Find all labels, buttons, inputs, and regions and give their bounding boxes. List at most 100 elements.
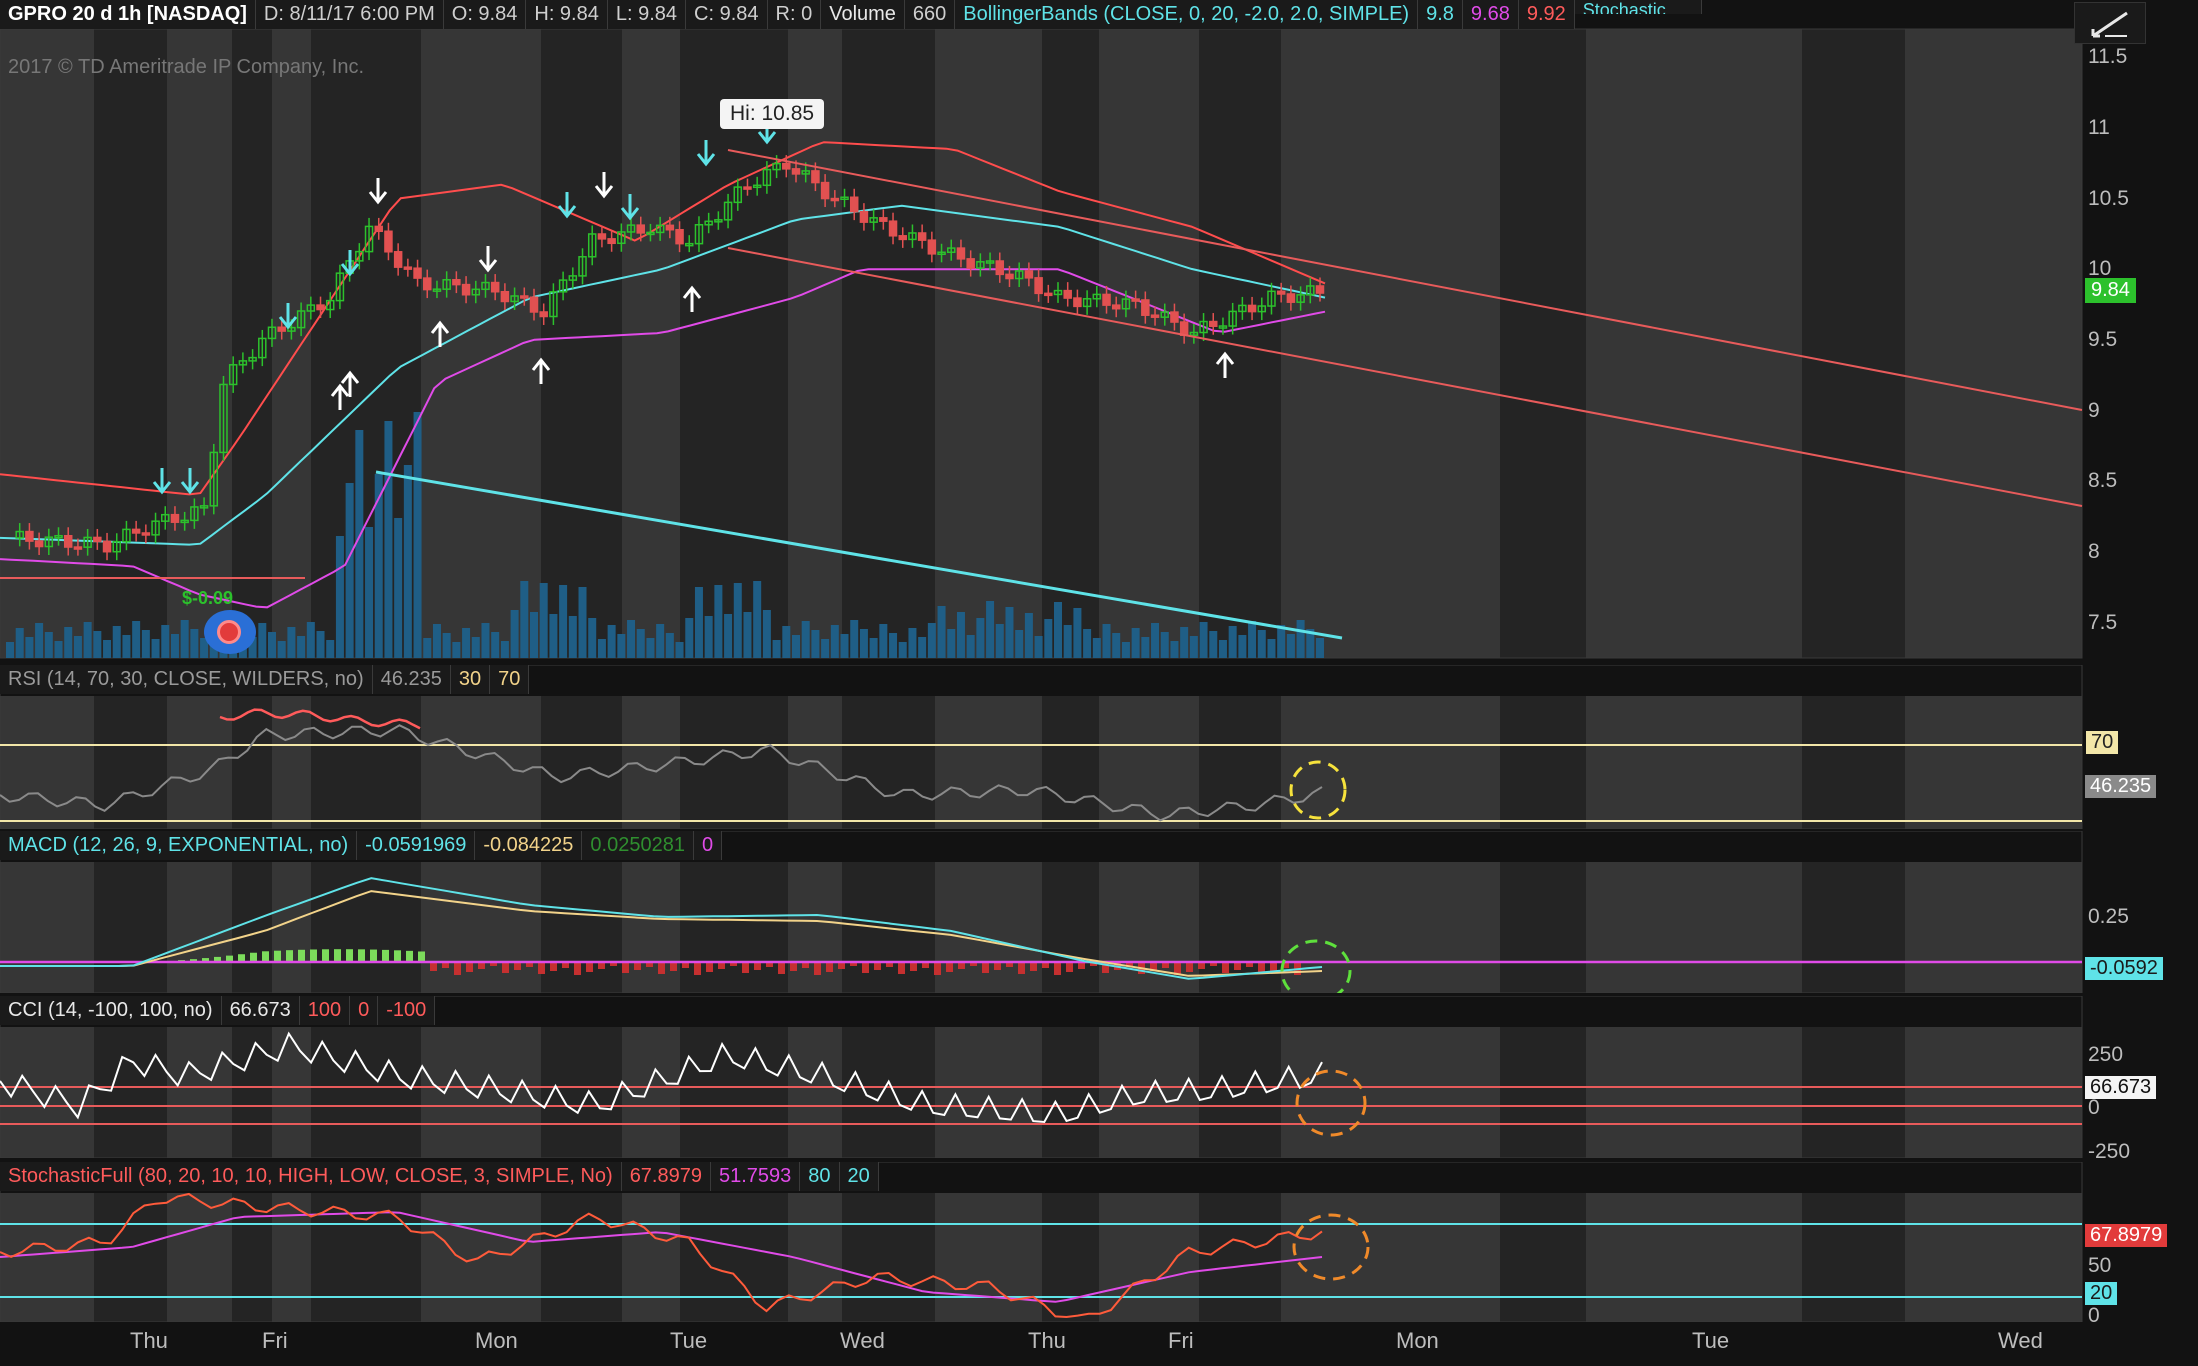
- candle-body: [665, 224, 675, 231]
- macd-hist-bar: [286, 950, 293, 962]
- price-pane[interactable]: GPRO 20 d 1h [NASDAQ] D: 8/11/17 6:00 PM…: [0, 0, 2198, 662]
- time-axis-label: Mon: [1396, 1328, 1439, 1353]
- macd-hist-bar: [502, 962, 509, 973]
- volume-bar: [1151, 623, 1160, 658]
- macd-hist-bar: [778, 962, 785, 974]
- session-band: [1099, 696, 1199, 829]
- cci-zero-level: 0: [350, 996, 379, 1025]
- macd-study-label[interactable]: MACD (12, 26, 9, EXPONENTIAL, no): [0, 831, 358, 860]
- volume-bar: [1180, 627, 1189, 658]
- volume-bar: [588, 618, 597, 658]
- session-band: [622, 696, 680, 829]
- volume-bar: [1024, 613, 1033, 658]
- rsi-study-label[interactable]: RSI (14, 70, 30, CLOSE, WILDERS, no): [0, 665, 373, 694]
- candle-body: [607, 238, 616, 245]
- stochastic-pane[interactable]: 50 0 StochasticFull (80, 20, 10, 10, HIG…: [0, 1162, 2198, 1322]
- volume-bar: [1073, 608, 1082, 658]
- cci-pane[interactable]: 250 0 -250 CCI (14, -100, 100, no) 66.67…: [0, 996, 2198, 1158]
- volume-bar: [491, 632, 500, 658]
- candle-body: [830, 197, 840, 202]
- stochastic-study-label[interactable]: Stochastic: [1574, 0, 1702, 14]
- stochastic-study-label-lower[interactable]: StochasticFull (80, 20, 10, 10, HIGH, LO…: [0, 1162, 622, 1191]
- candle-body: [879, 217, 888, 222]
- macd-hist-bar: [310, 949, 317, 962]
- candle-body: [1005, 273, 1014, 280]
- volume-bar: [161, 625, 170, 658]
- candle-body: [384, 230, 393, 253]
- volume-bar: [277, 641, 286, 658]
- candle-body: [1141, 299, 1150, 316]
- session-band: [1281, 1027, 1500, 1158]
- volume-bar: [636, 629, 645, 658]
- volume-bar: [268, 632, 276, 658]
- volume-bar: [1083, 629, 1092, 658]
- macd-pane[interactable]: 0.25 MACD (12, 26, 9, EXPONENTIAL, no) -…: [0, 831, 2198, 993]
- volume-bar: [481, 623, 490, 658]
- volume-bar: [1228, 626, 1237, 658]
- session-shading: [0, 29, 2082, 658]
- stoch-k-value: 67.8979: [621, 1162, 711, 1191]
- volume-bar: [1296, 620, 1305, 658]
- macd-hist-bar: [982, 962, 989, 973]
- session-band: [1099, 1193, 1199, 1322]
- stoch-k-tag: 67.8979: [2085, 1224, 2168, 1247]
- earnings-icon[interactable]: [204, 610, 256, 654]
- candle-body: [93, 536, 102, 543]
- volume-bar: [151, 639, 160, 658]
- candle-body: [743, 186, 752, 190]
- session-band: [622, 1193, 680, 1322]
- macd-hist-bar: [250, 952, 257, 962]
- session-band: [1586, 29, 1802, 658]
- volume-bar: [1248, 621, 1257, 658]
- price-chart[interactable]: [0, 0, 2198, 662]
- drawing-tool-button[interactable]: [2074, 2, 2146, 44]
- volume-bar: [306, 622, 315, 658]
- candle-body: [141, 532, 151, 536]
- macd-hist-bar: [346, 949, 353, 962]
- session-band: [1281, 862, 1500, 993]
- time-axis-label: Thu: [1028, 1328, 1066, 1353]
- macd-hist-bar: [814, 962, 821, 975]
- macd-hist-bar: [334, 949, 341, 962]
- cci-lower-level: -100: [378, 996, 436, 1025]
- volume-bar: [44, 632, 53, 658]
- session-band: [788, 696, 842, 829]
- rsi-70-tag: 70: [2086, 731, 2119, 754]
- macd-hist-bar: [418, 951, 425, 962]
- volume-bar: [918, 637, 927, 658]
- bollinger-study-label[interactable]: BollingerBands (CLOSE, 0, 20, -2.0, 2.0,…: [955, 0, 1419, 29]
- volume-bar: [869, 638, 878, 658]
- candle-body: [849, 196, 859, 213]
- volume-bar: [1054, 602, 1062, 658]
- time-axis-label: Fri: [1168, 1328, 1194, 1353]
- time-axis: Thu Fri Mon Tue Wed Thu Fri Mon Tue Wed: [0, 1322, 2198, 1366]
- price-axis-label: 8: [2088, 539, 2100, 563]
- session-band: [421, 862, 541, 993]
- volume-bar: [976, 618, 985, 658]
- session-band: [935, 862, 1042, 993]
- copyright-text: 2017 © TD Ameritrade IP Company, Inc.: [8, 56, 365, 78]
- rsi-value: 46.235: [372, 665, 451, 694]
- volume-bar: [675, 642, 684, 658]
- high-readout: H: 9.84: [526, 0, 608, 29]
- symbol-label[interactable]: GPRO 20 d 1h [NASDAQ]: [0, 0, 256, 29]
- volume-bar: [287, 627, 296, 658]
- macd-header: MACD (12, 26, 9, EXPONENTIAL, no) -0.059…: [0, 831, 723, 860]
- cci-study-label[interactable]: CCI (14, -100, 100, no): [0, 996, 222, 1025]
- candle-body: [1102, 293, 1111, 306]
- volume-bar: [665, 633, 674, 658]
- volume-study-label[interactable]: Volume: [821, 0, 905, 29]
- session-band: [272, 862, 311, 993]
- time-axis-label: Tue: [670, 1328, 708, 1353]
- macd-hist-bar: [1222, 962, 1229, 973]
- rsi-pane[interactable]: RSI (14, 70, 30, CLOSE, WILDERS, no) 46.…: [0, 665, 2198, 829]
- open-readout: O: 9.84: [443, 0, 527, 29]
- candle-body: [423, 277, 432, 291]
- rsi-value-tag: 46.235: [2085, 775, 2157, 798]
- rsi-low-level: 30: [450, 665, 491, 694]
- macd-zero-level: 0: [693, 831, 723, 860]
- macd-hist-bar: [382, 949, 389, 962]
- macd-hist-bar: [574, 962, 581, 975]
- volume-bar: [830, 625, 839, 658]
- macd-hist-bar: [1270, 962, 1277, 971]
